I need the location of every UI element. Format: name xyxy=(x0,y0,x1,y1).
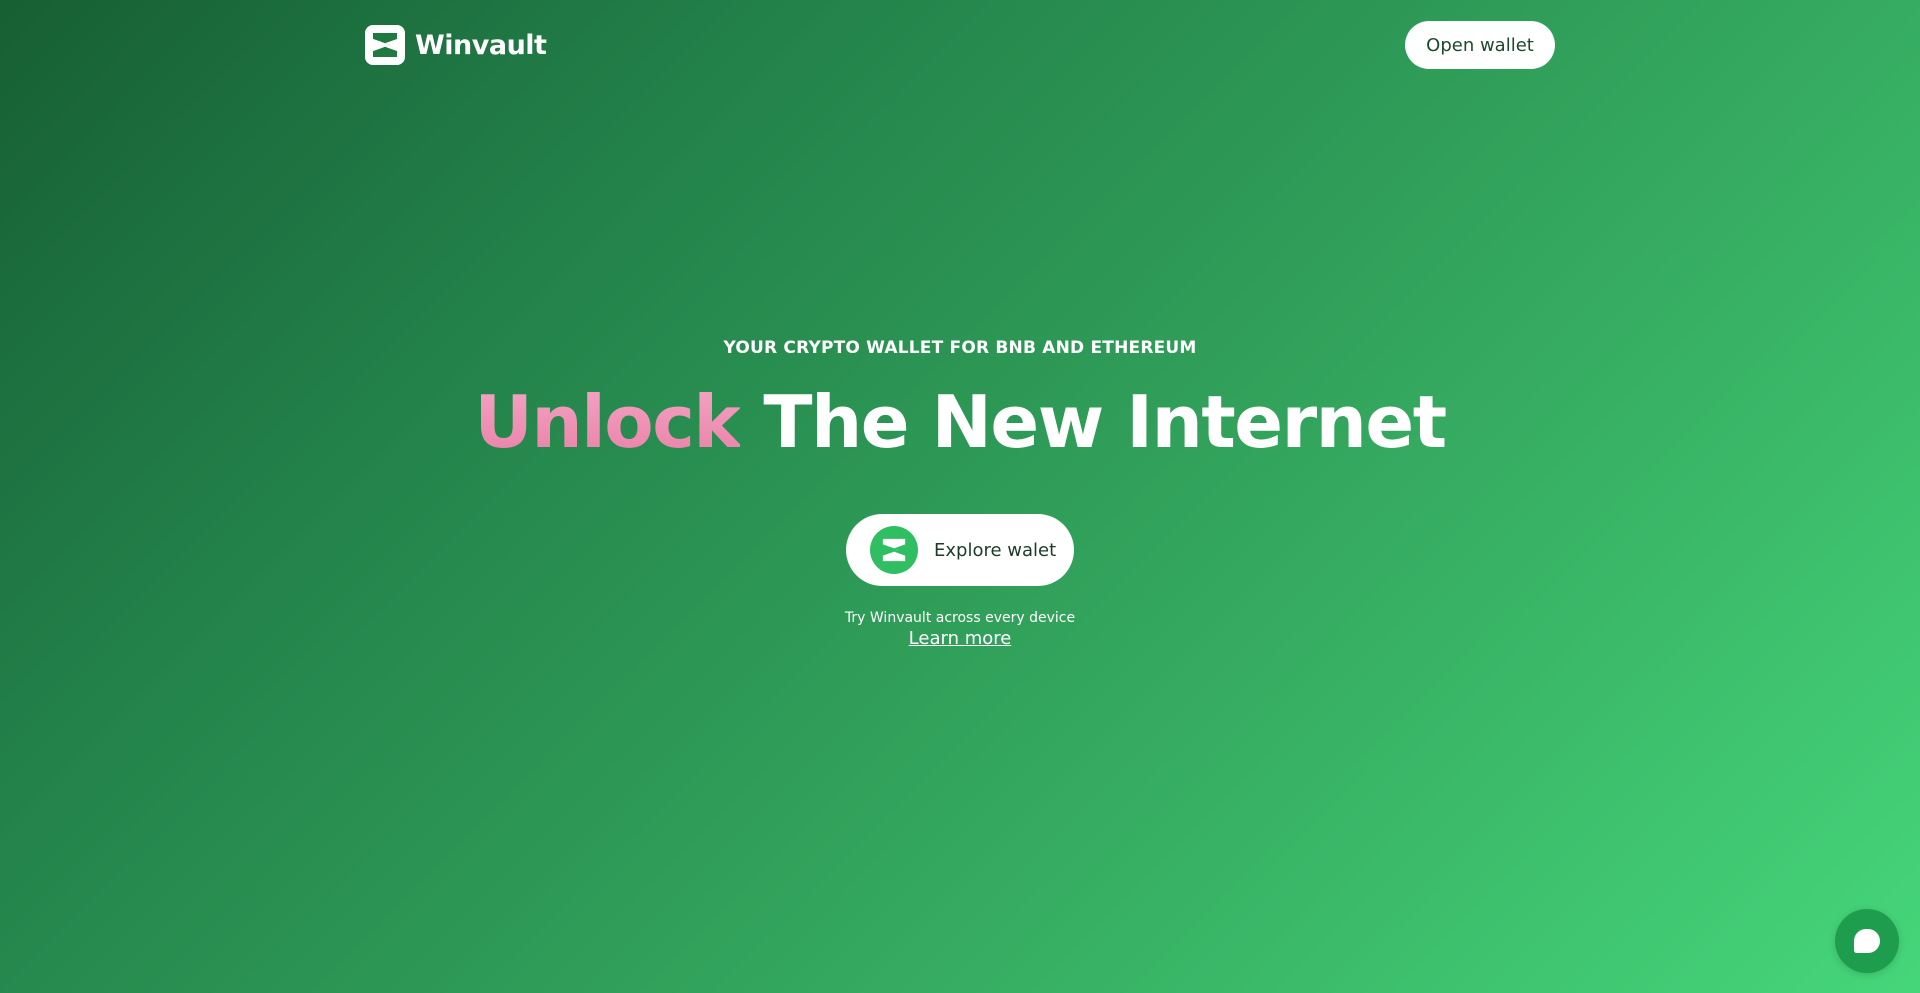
brand[interactable]: Winvault xyxy=(365,25,547,65)
open-wallet-button[interactable]: Open wallet xyxy=(1405,21,1555,69)
hero-kicker: YOUR CRYPTO WALLET FOR BNB AND ETHEREUM xyxy=(723,338,1197,358)
chat-bubble-icon xyxy=(1854,929,1880,953)
explore-wallet-label: Explore walet xyxy=(934,539,1057,561)
brand-name: Winvault xyxy=(415,29,547,61)
winvault-logo-icon xyxy=(365,25,405,65)
hero-headline: Unlock The New Internet xyxy=(0,386,1920,458)
chat-button[interactable] xyxy=(1835,909,1899,973)
device-note: Try Winvault across every device xyxy=(844,610,1076,626)
headline-rest: The New Internet xyxy=(739,380,1447,464)
learn-more-link[interactable]: Learn more xyxy=(909,628,1012,649)
winvault-logo-icon xyxy=(870,526,918,574)
explore-wallet-button[interactable]: Explore walet xyxy=(846,514,1074,586)
headline-accent: Unlock xyxy=(474,380,741,464)
hero-section: YOUR CRYPTO WALLET FOR BNB AND ETHEREUM … xyxy=(0,338,1920,649)
site-header: Winvault Open wallet xyxy=(365,20,1555,70)
